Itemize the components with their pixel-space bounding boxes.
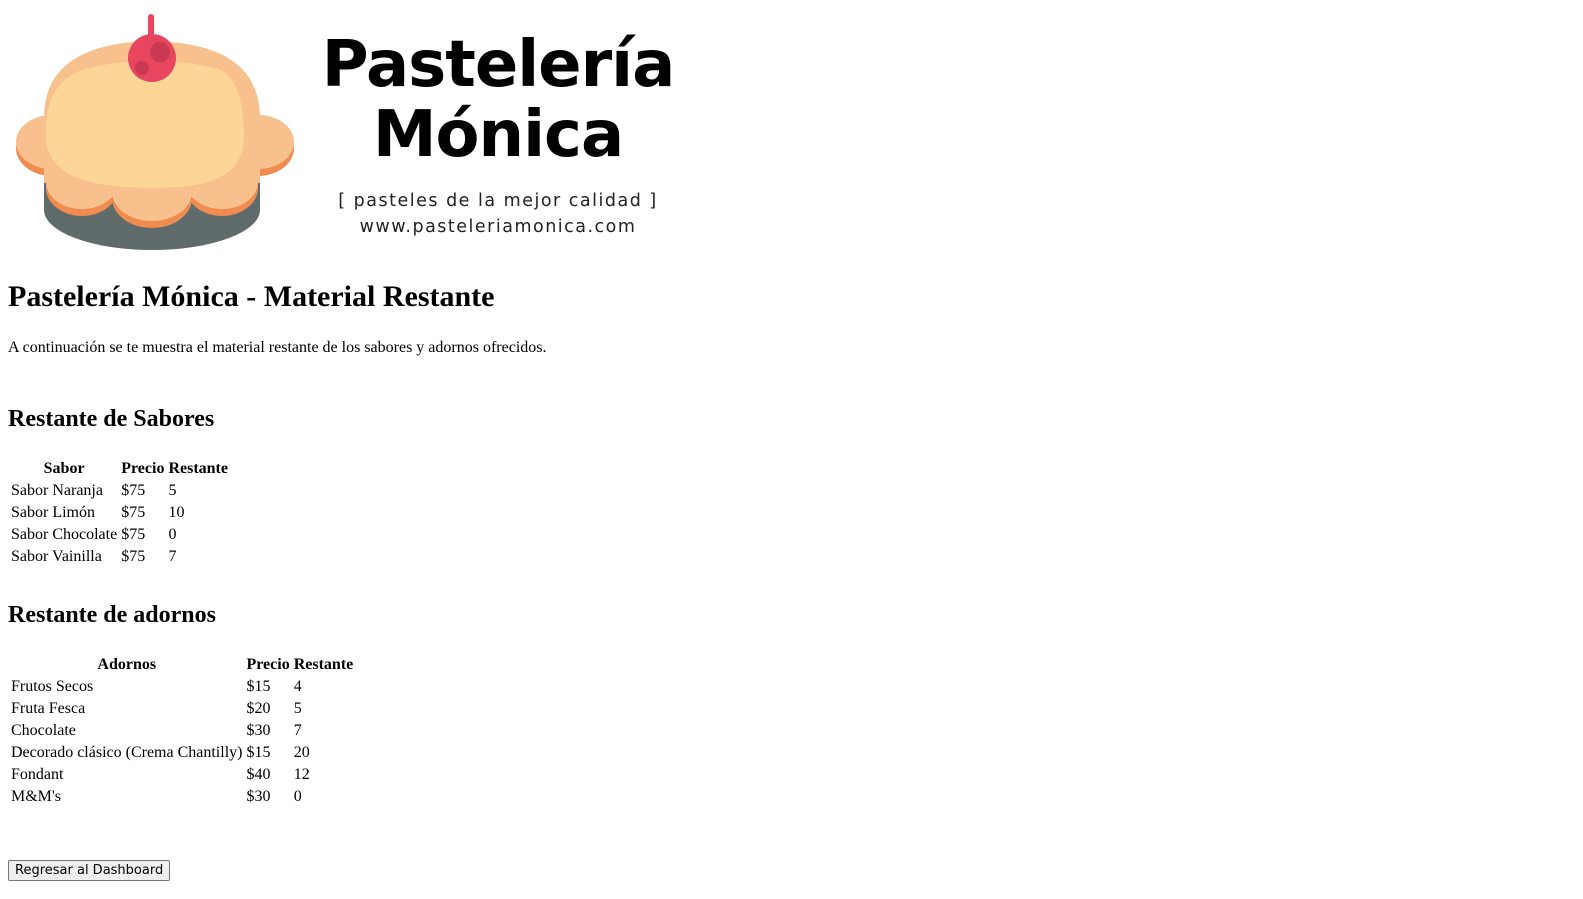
table-row: Sabor Naranja $75 5 — [10, 481, 229, 501]
table-cell: 10 — [168, 504, 185, 521]
table-cell: Decorado clásico (Crema Chantilly) — [11, 744, 243, 761]
bakery-logo: Pastelería Mónica [ pasteles de la mejor… — [8, 8, 688, 258]
table-row: Sabor Limón $75 10 — [10, 503, 229, 523]
table-row: Chocolate $30 7 — [10, 721, 354, 741]
column-header: Precio — [121, 460, 165, 477]
table-cell: $40 — [246, 766, 271, 783]
column-header: Sabor — [43, 460, 85, 477]
table-cell: Sabor Chocolate — [11, 526, 118, 543]
table-cell: 12 — [293, 766, 310, 783]
sabores-title: Restante de Sabores — [8, 406, 215, 432]
table-cell: $30 — [246, 788, 271, 805]
column-header: Precio — [246, 656, 290, 673]
column-header: Adornos — [97, 656, 157, 673]
logo-tagline: [ pasteles de la mejor calidad ] — [338, 191, 658, 211]
table-cell: Fondant — [11, 766, 64, 783]
cupcake-icon — [16, 14, 294, 250]
column-header: Restante — [293, 656, 354, 673]
page-title: Pastelería Mónica - Material Restante — [8, 280, 495, 313]
table-row: Frutos Secos $15 4 — [10, 677, 354, 697]
table-cell: Fruta Fesca — [11, 700, 86, 717]
table-cell: Chocolate — [11, 722, 76, 739]
table-cell: $75 — [121, 504, 146, 521]
logo-name-line1: Pastelería — [321, 28, 676, 102]
table-cell: Sabor Limón — [11, 504, 95, 521]
adornos-title: Restante de adornos — [8, 602, 216, 628]
table-cell: 7 — [293, 722, 302, 739]
table-row: Sabor Chocolate $75 0 — [10, 525, 229, 545]
table-cell: 5 — [168, 482, 177, 499]
logo-text: Pastelería Mónica [ pasteles de la mejor… — [308, 30, 688, 240]
table-cell: 4 — [293, 678, 302, 695]
table-cell: Frutos Secos — [11, 678, 94, 695]
logo-website: www.pasteleriamonica.com — [359, 217, 637, 237]
table-cell: $30 — [246, 722, 271, 739]
table-cell: $75 — [121, 482, 146, 499]
table-cell: 5 — [293, 700, 302, 717]
table-cell: 7 — [168, 548, 177, 565]
table-header-row: Adornos Precio Restante — [10, 655, 354, 675]
table-cell: $15 — [246, 678, 271, 695]
table-cell: $20 — [246, 700, 271, 717]
sabores-table: Sabor Precio Restante Sabor Naranja $75 … — [8, 457, 231, 569]
intro-text: A continuación se te muestra el material… — [8, 339, 547, 356]
table-cell: M&M's — [11, 788, 62, 805]
table-cell: 0 — [293, 788, 302, 805]
table-cell: $15 — [246, 744, 271, 761]
table-cell: Sabor Vainilla — [11, 548, 102, 565]
table-header-row: Sabor Precio Restante — [10, 459, 229, 479]
logo-name-line2: Mónica — [372, 98, 624, 172]
table-cell: $75 — [121, 548, 146, 565]
table-cell: 20 — [293, 744, 310, 761]
table-row: Decorado clásico (Crema Chantilly) $15 2… — [10, 743, 354, 763]
table-row: Fruta Fesca $20 5 — [10, 699, 354, 719]
table-row: Fondant $40 12 — [10, 765, 354, 785]
adornos-table: Adornos Precio Restante Frutos Secos $15… — [8, 653, 356, 809]
table-row: Sabor Vainilla $75 7 — [10, 547, 229, 567]
table-cell: $75 — [121, 526, 146, 543]
column-header: Restante — [168, 460, 228, 477]
table-cell: 0 — [168, 526, 177, 543]
table-cell: Sabor Naranja — [11, 482, 103, 499]
back-to-dashboard-button[interactable]: Regresar al Dashboard — [8, 860, 171, 881]
table-row: M&M's $30 0 — [10, 787, 354, 807]
